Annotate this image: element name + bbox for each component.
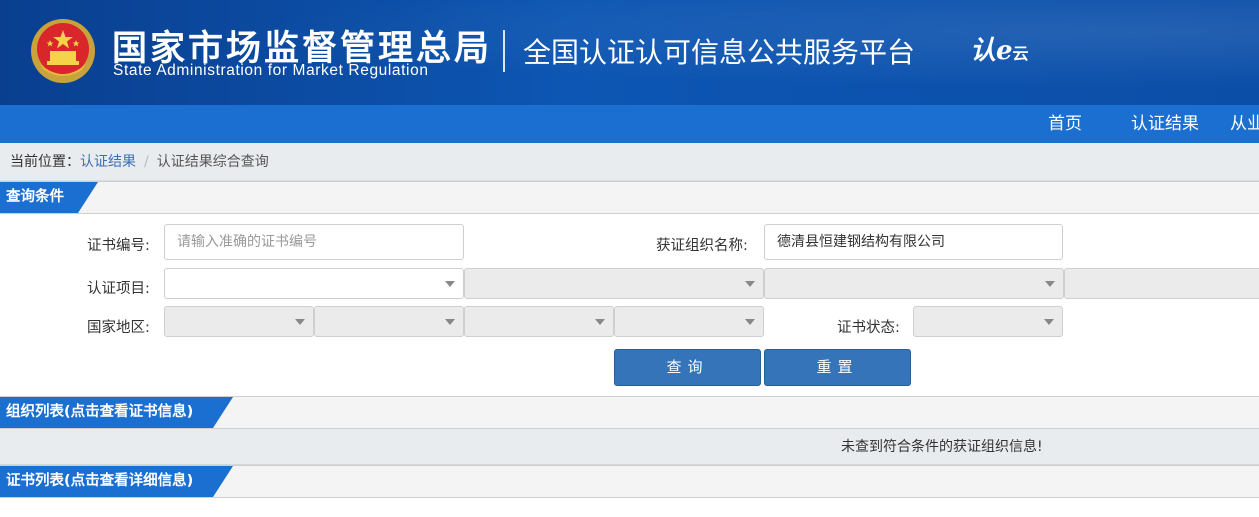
org-list-empty-row: 未查到符合条件的获证组织信息!: [0, 429, 1259, 465]
chevron-down-icon: [595, 319, 605, 325]
region-select-1[interactable]: [164, 306, 314, 337]
banner-divider: [503, 30, 505, 72]
region-select-3[interactable]: [464, 306, 614, 337]
nav-item-home[interactable]: 首页: [1048, 105, 1082, 143]
org-name-label: 获证组织名称:: [656, 238, 748, 254]
org-name-input[interactable]: 德清县恒建钢结构有限公司: [764, 224, 1063, 260]
breadcrumb-separator: /: [144, 154, 149, 170]
status-label: 证书状态:: [837, 320, 900, 336]
breadcrumb-current: 认证结果综合查询: [156, 154, 269, 170]
project-label: 认证项目:: [87, 281, 150, 297]
project-select-1[interactable]: [164, 268, 464, 299]
reset-button[interactable]: 重置: [764, 349, 911, 386]
org-list-section-title: 组织列表(点击查看证书信息): [0, 397, 233, 428]
cloud-logo: 认e云: [970, 30, 1029, 67]
org-list-section-header: 组织列表(点击查看证书信息): [0, 396, 1259, 429]
national-emblem-icon: [31, 19, 95, 83]
cert-no-input[interactable]: 请输入准确的证书编号: [164, 224, 464, 260]
chevron-down-icon: [745, 319, 755, 325]
project-select-2[interactable]: [464, 268, 764, 299]
chevron-down-icon: [445, 281, 455, 287]
main-nav: 首页 认证结果 从业: [0, 105, 1259, 143]
cert-list-section-header: 证书列表(点击查看详细信息): [0, 465, 1259, 498]
org-list-empty-message: 未查到符合条件的获证组织信息!: [841, 439, 1043, 455]
region-label: 国家地区:: [87, 320, 150, 336]
chevron-down-icon: [745, 281, 755, 287]
query-section-title: 查询条件: [0, 182, 98, 213]
project-select-4[interactable]: [1064, 268, 1259, 299]
chevron-down-icon: [295, 319, 305, 325]
cloud-logo-main: 认e: [970, 36, 1013, 66]
project-select-3[interactable]: [764, 268, 1064, 299]
site-banner: 国家市场监督管理总局 State Administration for Mark…: [0, 0, 1259, 105]
platform-title: 全国认证认可信息公共服务平台: [523, 36, 916, 69]
query-section-header: 查询条件: [0, 181, 1259, 214]
cert-no-label: 证书编号:: [87, 238, 150, 254]
chevron-down-icon: [445, 319, 455, 325]
breadcrumb: 当前位置：认证结果 / 认证结果综合查询: [0, 143, 1259, 181]
region-select-4[interactable]: [614, 306, 764, 337]
breadcrumb-prefix: 当前位置：: [10, 154, 80, 170]
region-select-2[interactable]: [314, 306, 464, 337]
search-button[interactable]: 查询: [614, 349, 761, 386]
status-select[interactable]: [913, 306, 1063, 337]
breadcrumb-link-cert-results[interactable]: 认证结果: [80, 154, 136, 170]
cloud-logo-small: 云: [1012, 44, 1029, 63]
query-form: 证书编号: 请输入准确的证书编号 获证组织名称: 德清县恒建钢结构有限公司 认证…: [0, 214, 1259, 396]
nav-item-practitioners[interactable]: 从业: [1230, 105, 1259, 143]
chevron-down-icon: [1044, 319, 1054, 325]
nav-item-cert-results[interactable]: 认证结果: [1131, 105, 1199, 143]
agency-title-en: State Administration for Market Regulati…: [113, 62, 429, 79]
chevron-down-icon: [1045, 281, 1055, 287]
cert-list-section-title: 证书列表(点击查看详细信息): [0, 466, 233, 497]
